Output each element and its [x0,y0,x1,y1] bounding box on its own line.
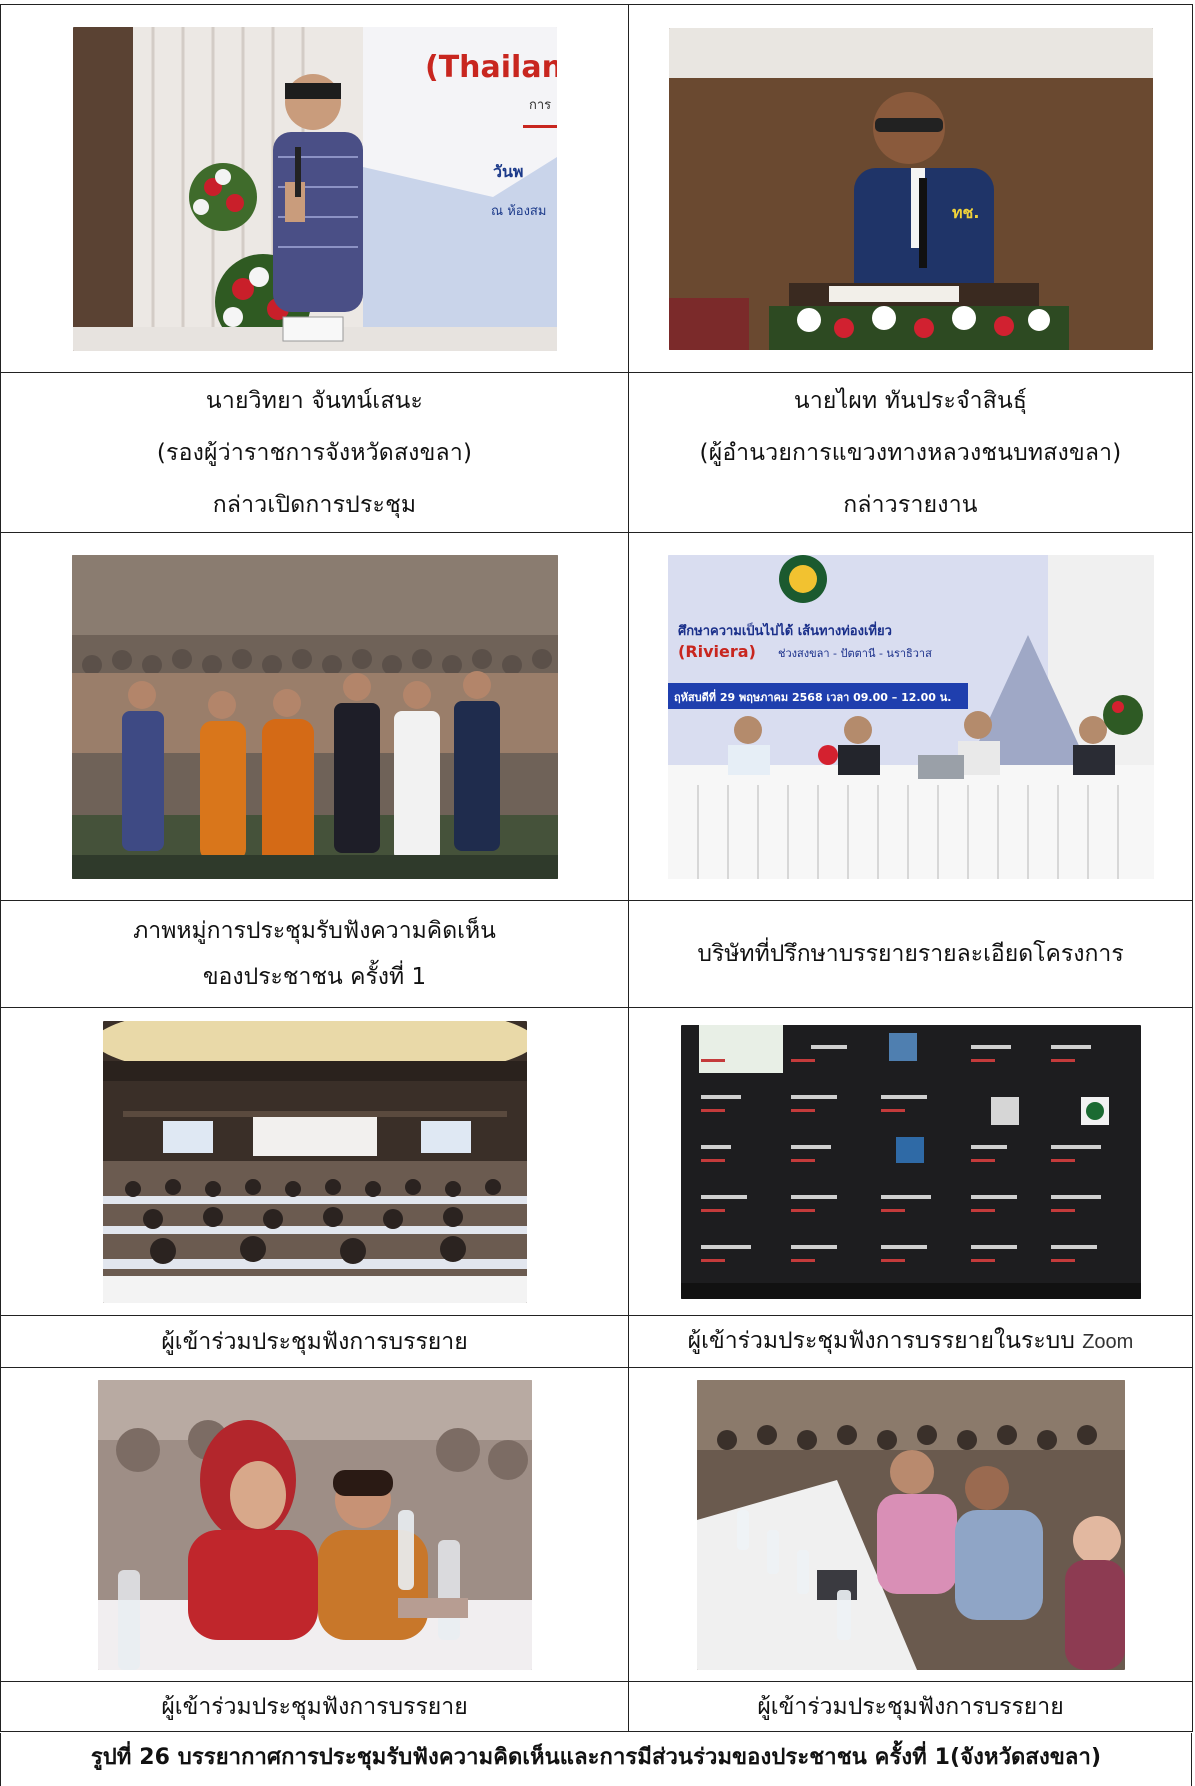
svg-text:ทช.: ทช. [952,203,979,222]
caption-cell: บริษัทที่ปรึกษาบรรยายรายละเอียดโครงการ [628,900,1193,1008]
caption-line: ผู้เข้าร่วมประชุมฟังการบรรยาย [161,1328,468,1355]
photo-cell-consultant: ศึกษาความเป็นไปได้ เส้นทางท่องเที่ยว (Ri… [628,532,1193,901]
caption-cell: ภาพหมู่การประชุมรับฟังความคิดเห็น ของประ… [0,900,629,1008]
photo-cell-zoom-screen [628,1007,1193,1316]
photo-cell-group-photo [0,532,629,901]
caption-line: นายไผท ทันประจำสินธุ์ [793,387,1028,414]
photo-cell-participants-2 [628,1367,1193,1682]
caption-line: กล่าวเปิดการประชุม [212,491,417,518]
photo-group [71,554,558,879]
caption-cell: ผู้เข้าร่วมประชุมฟังการบรรยาย [0,1315,629,1368]
caption-line: ผู้เข้าร่วมประชุมฟังการบรรยายในระบบ Zoom [629,1318,1192,1365]
caption-text: ผู้เข้าร่วมประชุมฟังการบรรยายในระบบ [687,1328,1075,1354]
caption-line: (รองผู้ว่าราชการจังหวัดสงขลา) [156,439,473,466]
slide-text: ช่วงสงขลา - ปัตตานี - นราธิวาส [778,647,932,660]
caption-line: บริษัทที่ปรึกษาบรรยายรายละเอียดโครงการ [697,941,1124,967]
photo-participants-2 [696,1379,1125,1670]
photo-cell-opening-speech: (Thailand การ วันพ ณ ห้องสม [0,4,629,373]
banner-text: ณ ห้องสม [491,204,546,219]
caption-cell: ผู้เข้าร่วมประชุมฟังการบรรยาย [0,1681,629,1732]
photo-cell-audience-hall [0,1007,629,1316]
slide-text: (Riviera) [678,642,756,661]
caption-cell: ผู้เข้าร่วมประชุมฟังการบรรยายในระบบ Zoom [628,1315,1193,1368]
photo-zoom-screen [680,1024,1141,1299]
caption-line: ผู้เข้าร่วมประชุมฟังการบรรยาย [757,1693,1064,1720]
caption-line: ภาพหมู่การประชุมรับฟังความคิดเห็น [133,918,496,944]
caption-zoom-word: Zoom [1082,1331,1134,1353]
banner-text: การ [529,98,551,113]
photo-report-speech: ทช. [668,27,1153,350]
svg-text:ศึกษาความเป็นไปได้ เส้นทางท่อง: ศึกษาความเป็นไปได้ เส้นทางท่องเที่ยว [678,621,892,639]
photo-opening-speech: (Thailand การ วันพ ณ ห้องสม [72,26,557,351]
photo-audience-hall [102,1020,527,1303]
caption-line: กล่าวรายงาน [843,491,978,518]
caption-line: นายวิทยา จันทน์เสนะ [205,387,424,414]
photo-grid-table: (Thailand การ วันพ ณ ห้องสม [0,4,1193,1732]
caption-cell: นายวิทยา จันทน์เสนะ (รองผู้ว่าราชการจังห… [0,372,629,533]
banner-text: (Thailand [425,50,557,85]
document-page: (Thailand การ วันพ ณ ห้องสม [0,0,1195,1786]
banner-text: วันพ [493,162,523,181]
caption-line: ของประชาชน ครั้งที่ 1 [202,964,427,990]
photo-cell-participants-1 [0,1367,629,1682]
caption-line: (ผู้อำนวยการแขวงทางหลวงชนบทสงขลา) [699,439,1122,466]
figure-caption: รูปที่ 26 บรรยากาศการประชุมรับฟังความคิด… [0,1733,1192,1786]
caption-cell: นายไผท ทันประจำสินธุ์ (ผู้อำนวยการแขวงทา… [628,372,1193,533]
photo-consultant: ศึกษาความเป็นไปได้ เส้นทางท่องเที่ยว (Ri… [667,554,1154,879]
photo-participants-1 [97,1379,532,1670]
caption-line: ผู้เข้าร่วมประชุมฟังการบรรยาย [161,1693,468,1720]
slide-text: ฤหัสบดีที่ 29 พฤษภาคม 2568 เวลา 09.00 – … [674,689,951,704]
photo-cell-report-speech: ทช. [628,4,1193,373]
caption-cell: ผู้เข้าร่วมประชุมฟังการบรรยาย [628,1681,1193,1732]
